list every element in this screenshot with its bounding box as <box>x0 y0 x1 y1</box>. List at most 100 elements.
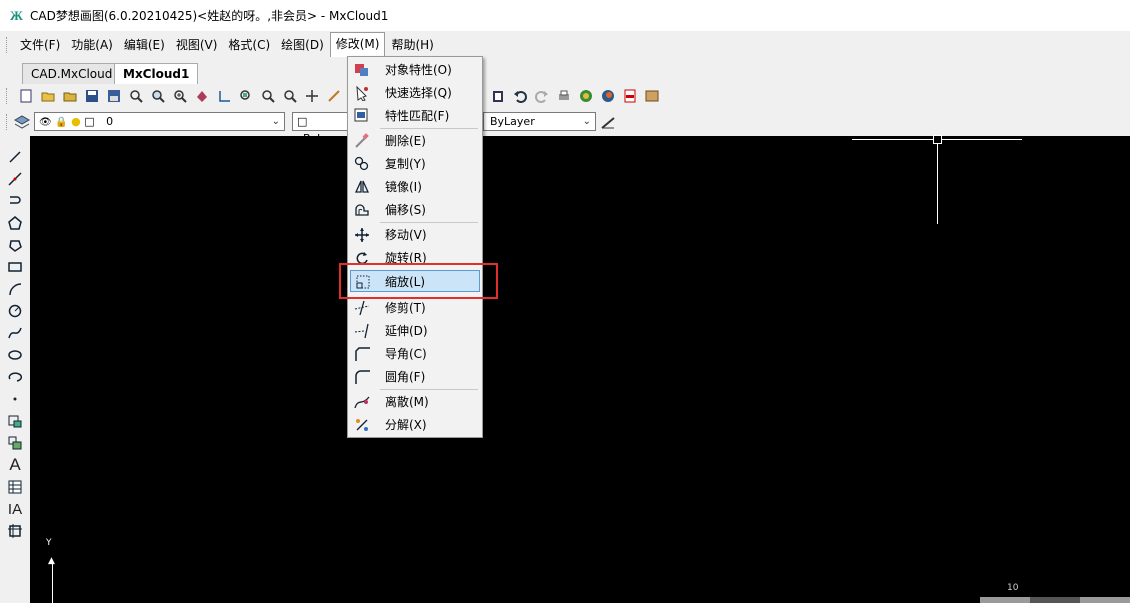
menu-separator <box>380 222 478 223</box>
hatch-icon[interactable] <box>6 522 24 540</box>
shade-icon[interactable] <box>599 87 617 105</box>
table-icon[interactable] <box>6 478 24 496</box>
menu-item-copy[interactable]: 复制(Y) <box>350 153 480 175</box>
move-view-icon[interactable] <box>303 87 321 105</box>
line-icon[interactable] <box>6 148 24 166</box>
color-select[interactable]: □ ByLay <box>292 112 350 145</box>
move-icon <box>354 227 370 243</box>
image-export-icon[interactable] <box>643 87 661 105</box>
point-icon[interactable] <box>6 390 24 408</box>
text-icon[interactable]: A <box>6 455 24 474</box>
multiline-text-icon[interactable]: IA <box>6 500 24 518</box>
layer-manager-icon[interactable] <box>13 114 31 133</box>
scale-bar: 10 <box>980 583 1130 603</box>
tab-cad-mxcloud[interactable]: CAD.MxCloud <box>22 63 122 84</box>
ucs-icon[interactable] <box>215 87 233 105</box>
menu-draw[interactable]: 绘图(D) <box>276 34 329 56</box>
layer-lock-icon[interactable]: 🔒 <box>55 117 67 128</box>
layer-select[interactable]: 👁 🔒 ● □ 0 ⌄ <box>34 112 285 131</box>
undo-icon[interactable] <box>511 87 529 105</box>
zoom-realtime-icon[interactable] <box>127 87 145 105</box>
menu-view[interactable]: 视图(V) <box>171 34 223 56</box>
lineweight-icon[interactable] <box>600 114 616 133</box>
open-file-icon[interactable] <box>39 87 57 105</box>
modify-menu: 对象特性(O) 快速选择(Q) 特性匹配(F) 删除(E) 复制(Y) 镜像(I… <box>347 56 483 438</box>
pan-icon[interactable] <box>193 87 211 105</box>
menu-format[interactable]: 格式(C) <box>223 34 275 56</box>
linetype-select[interactable]: ByLayer ⌄ <box>483 112 596 131</box>
menu-item-extend[interactable]: 延伸(D) <box>350 320 480 342</box>
menu-bar: 文件(F) 功能(A) 编辑(E) 视图(V) 格式(C) 绘图(D) 修改(M… <box>0 31 1130 58</box>
zoom-all-icon[interactable] <box>281 87 299 105</box>
menu-item-match-properties[interactable]: 特性匹配(F) <box>350 105 480 127</box>
redo-icon[interactable] <box>533 87 551 105</box>
scale-label: 10 <box>1007 583 1019 593</box>
menu-item-trim[interactable]: 修剪(T) <box>350 297 480 319</box>
pencil-icon[interactable] <box>325 87 343 105</box>
menu-function[interactable]: 功能(A) <box>66 34 118 56</box>
drawing-canvas[interactable] <box>30 136 1130 603</box>
ucs-axis-line <box>52 560 53 603</box>
menu-item-chamfer[interactable]: 导角(C) <box>350 343 480 365</box>
spline-icon[interactable] <box>6 324 24 342</box>
ellipse-icon[interactable] <box>6 346 24 364</box>
menu-help[interactable]: 帮助(H) <box>386 34 438 56</box>
layer-value: 0 <box>106 115 114 128</box>
clipboard-icon[interactable] <box>489 87 507 105</box>
divide-icon <box>354 394 370 410</box>
spline-polygon-icon[interactable] <box>6 236 24 254</box>
layer-property-bar: 👁 🔒 ● □ 0 ⌄ □ ByLay ByLayer ⌄ <box>0 110 1130 145</box>
layer-sun-icon[interactable]: ● <box>71 115 81 128</box>
trim-icon <box>354 300 370 316</box>
open-folder-icon[interactable] <box>61 87 79 105</box>
menu-item-properties[interactable]: 对象特性(O) <box>350 59 480 81</box>
circle-icon[interactable] <box>6 302 24 320</box>
construction-line-icon[interactable] <box>6 170 24 188</box>
menu-item-quick-select[interactable]: 快速选择(Q) <box>350 82 480 104</box>
menu-item-fillet[interactable]: 圆角(F) <box>350 366 480 388</box>
menu-item-move[interactable]: 移动(V) <box>350 224 480 246</box>
menu-item-explode[interactable]: 分解(X) <box>350 414 480 436</box>
pdf-icon[interactable] <box>621 87 639 105</box>
menu-edit[interactable]: 编辑(E) <box>119 34 170 56</box>
linetype-value: ByLayer <box>490 115 535 128</box>
zoom-window-icon[interactable] <box>149 87 167 105</box>
mirror-icon <box>354 179 370 195</box>
zoom-in-icon[interactable] <box>171 87 189 105</box>
scale-segment <box>1080 597 1130 603</box>
save-all-icon[interactable] <box>105 87 123 105</box>
render-icon[interactable] <box>577 87 595 105</box>
ucs-y-label: Y <box>46 538 52 548</box>
new-file-icon[interactable] <box>17 87 35 105</box>
offset-icon <box>354 202 370 218</box>
menu-item-erase[interactable]: 删除(E) <box>350 130 480 152</box>
chevron-down-icon: ⌄ <box>271 116 280 127</box>
print-icon[interactable] <box>555 87 573 105</box>
explode-icon <box>354 417 370 433</box>
polygon-icon[interactable] <box>6 214 24 232</box>
rectangle-icon[interactable] <box>6 258 24 276</box>
insert-block-icon[interactable] <box>6 412 24 430</box>
ellipse-arc-icon[interactable] <box>6 368 24 386</box>
menu-item-mirror[interactable]: 镜像(I) <box>350 176 480 198</box>
save-icon[interactable] <box>83 87 101 105</box>
fillet-icon <box>354 369 370 385</box>
quick-select-icon <box>354 85 370 101</box>
zoom-previous-icon[interactable] <box>259 87 277 105</box>
chamfer-icon <box>354 346 370 362</box>
menu-item-offset[interactable]: 偏移(S) <box>350 199 480 221</box>
scale-segment <box>1030 597 1080 603</box>
menu-modify[interactable]: 修改(M) <box>329 32 386 57</box>
zoom-extents-icon[interactable] <box>237 87 255 105</box>
extend-icon <box>354 323 370 339</box>
make-block-icon[interactable] <box>6 434 24 452</box>
erase-icon <box>354 133 370 149</box>
layer-visibility-icon[interactable]: 👁 <box>39 117 52 128</box>
menu-item-divide[interactable]: 离散(M) <box>350 391 480 413</box>
arc-icon[interactable] <box>6 280 24 298</box>
toolbar-grip <box>6 88 9 104</box>
menu-file[interactable]: 文件(F) <box>15 34 65 56</box>
tab-mxcloud1[interactable]: MxCloud1 <box>114 63 199 85</box>
color-swatch-icon: □ <box>297 115 308 128</box>
polyline-icon[interactable] <box>6 192 24 210</box>
